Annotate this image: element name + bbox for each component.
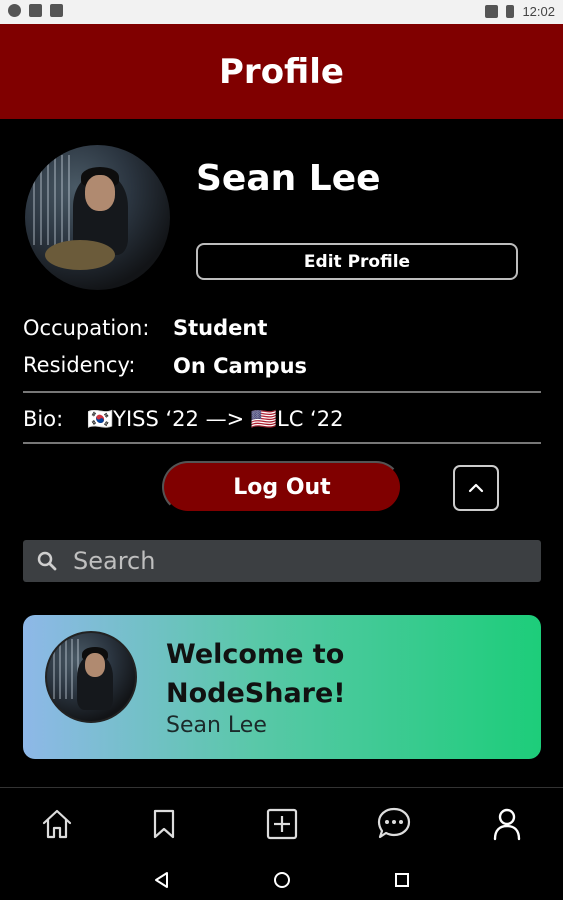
add-icon <box>266 808 298 840</box>
collapse-button[interactable] <box>453 465 499 511</box>
chat-icon <box>377 807 411 839</box>
divider <box>23 442 541 444</box>
home-circle-icon <box>274 872 290 888</box>
recents-icon <box>395 873 409 887</box>
occupation-label: Occupation: <box>23 316 150 340</box>
sd-card-icon <box>29 4 42 17</box>
occupation-value: Student <box>173 316 268 340</box>
profile-icon <box>493 808 521 841</box>
logout-button[interactable]: Log Out <box>162 461 402 513</box>
bio-label: Bio: <box>23 407 64 431</box>
residency-value: On Campus <box>173 354 308 378</box>
system-home-button[interactable] <box>270 868 294 892</box>
nav-profile[interactable] <box>487 804 527 844</box>
edit-profile-button[interactable]: Edit Profile <box>196 243 518 280</box>
search-bar[interactable] <box>23 540 541 582</box>
nav-add[interactable] <box>262 804 302 844</box>
bottom-nav <box>0 787 563 860</box>
nav-chat[interactable] <box>374 804 414 844</box>
search-icon <box>37 551 57 571</box>
back-icon <box>155 872 168 888</box>
android-icon <box>50 4 63 17</box>
profile-avatar <box>25 145 170 290</box>
residency-label: Residency: <box>23 353 136 377</box>
search-input[interactable] <box>73 547 513 575</box>
chevron-up-icon <box>468 483 484 493</box>
bio-value: 🇰🇷YISS ‘22 —> 🇺🇸LC ‘22 <box>87 407 344 431</box>
battery-icon <box>506 5 515 18</box>
nav-home[interactable] <box>37 804 77 844</box>
lte-signal-icon <box>485 5 499 18</box>
page-title: Profile <box>219 51 344 92</box>
welcome-card: Welcome to NodeShare! Sean Lee <box>23 615 541 759</box>
divider <box>23 391 541 393</box>
nav-bookmarks[interactable] <box>144 804 184 844</box>
welcome-avatar <box>45 631 137 723</box>
status-bar: 12:02 <box>0 0 563 24</box>
system-recents-button[interactable] <box>390 868 414 892</box>
system-nav-bar <box>0 860 563 900</box>
autofill-icon <box>8 4 21 17</box>
system-back-button[interactable] <box>150 868 174 892</box>
bookmark-icon <box>153 809 175 839</box>
welcome-user-name: Sean Lee <box>166 713 267 738</box>
home-icon <box>42 809 72 839</box>
welcome-title: Welcome to NodeShare! <box>166 639 346 709</box>
app-header: Profile <box>0 24 563 119</box>
status-time: 12:02 <box>522 4 555 19</box>
profile-name: Sean Lee <box>196 158 381 199</box>
